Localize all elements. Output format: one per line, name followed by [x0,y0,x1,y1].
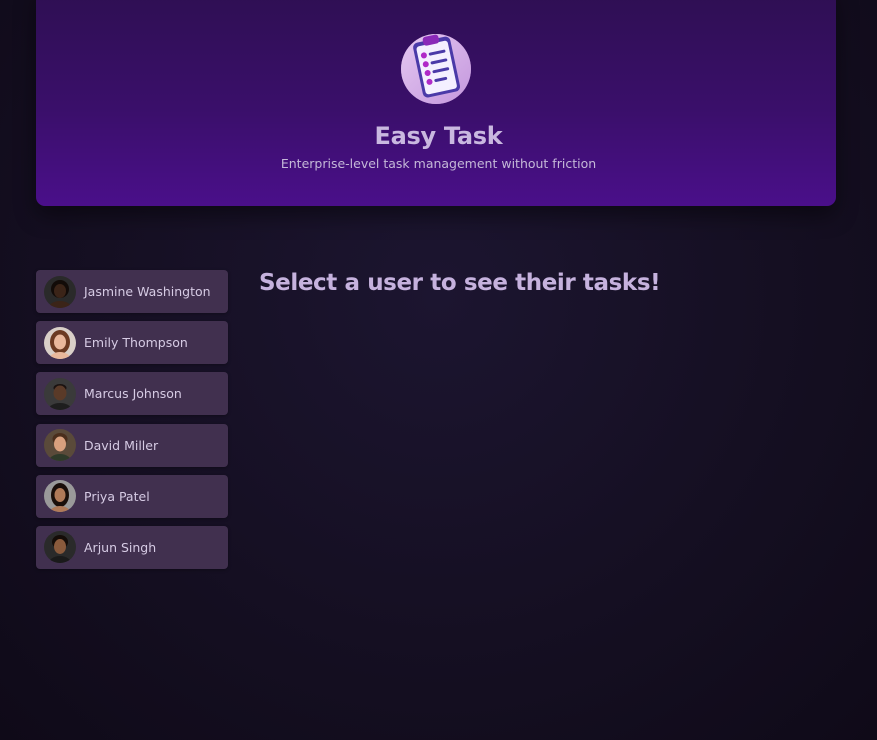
avatar [44,275,76,308]
app-title: Easy Task [374,122,503,150]
avatar [44,429,76,462]
user-list: Jasmine Washington Emily Thompson Marcus… [36,270,228,577]
avatar [44,531,76,564]
app-subtitle: Enterprise-level task management without… [280,156,597,171]
user-item-jasmine-washington[interactable]: Jasmine Washington [36,270,228,313]
select-user-prompt: Select a user to see their tasks! [259,270,661,296]
avatar [44,377,76,410]
user-name: David Miller [84,437,159,453]
user-name: Emily Thompson [84,335,188,351]
user-name: Marcus Johnson [84,386,182,402]
user-name: Priya Patel [84,488,150,504]
clipboard-checklist-icon [400,29,474,107]
user-item-david-miller[interactable]: David Miller [36,423,228,467]
user-name: Jasmine Washington [84,284,211,299]
avatar [44,326,76,359]
user-item-emily-thompson[interactable]: Emily Thompson [36,321,228,365]
avatar [44,480,76,513]
user-item-marcus-johnson[interactable]: Marcus Johnson [36,372,228,416]
user-item-arjun-singh[interactable]: Arjun Singh [36,525,228,569]
user-name: Arjun Singh [84,539,157,555]
user-item-priya-patel[interactable]: Priya Patel [36,474,228,518]
